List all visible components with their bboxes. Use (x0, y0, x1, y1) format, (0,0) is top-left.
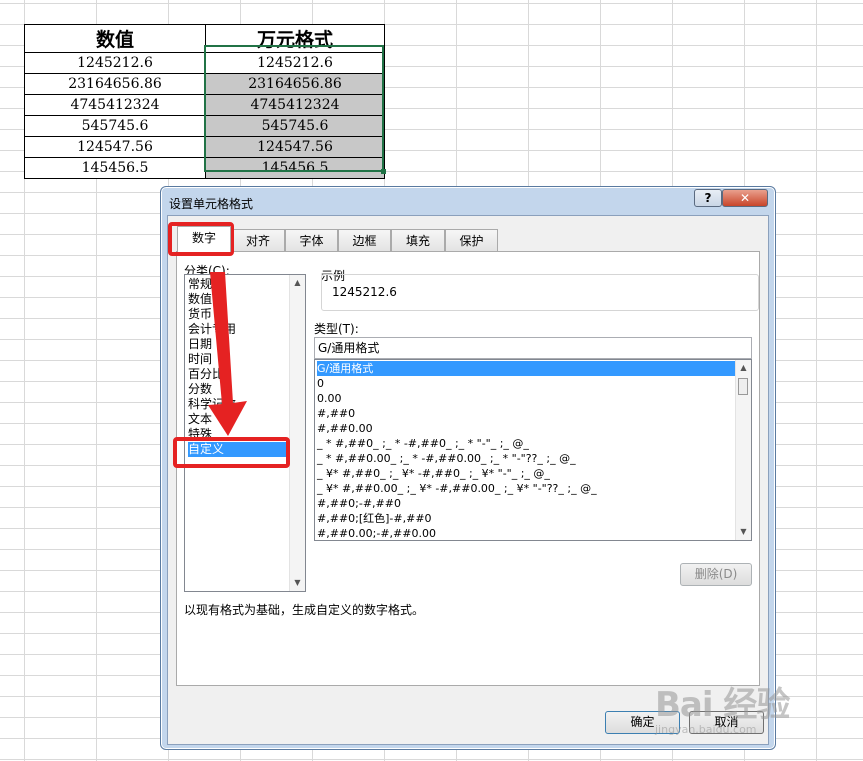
list-item-selected[interactable]: 自定义 (188, 442, 288, 457)
list-item[interactable]: 会计专用 (188, 322, 288, 337)
list-item[interactable]: #,##0 (317, 406, 735, 421)
tab-protection[interactable]: 保护 (445, 229, 498, 252)
table-row: 1245212.6 1245212.6 (24, 52, 385, 74)
tab-alignment[interactable]: 对齐 (231, 229, 285, 252)
type-input[interactable]: G/通用格式 (314, 337, 752, 359)
type-scrollbar[interactable]: ▲ ▼ (735, 360, 751, 540)
list-item[interactable]: 百分比 (188, 367, 288, 382)
table-row: 124547.56 124547.56 (24, 136, 385, 158)
list-item[interactable]: 分数 (188, 382, 288, 397)
tab-number[interactable]: 数字 (177, 226, 231, 252)
table-row: 545745.6 545745.6 (24, 115, 385, 137)
list-item[interactable]: 货币 (188, 307, 288, 322)
dialog-client-area: 数字 对齐 字体 边框 填充 保护 分类(C): 常规 数值 货币 会计专用 日… (167, 215, 769, 745)
list-item[interactable]: _ * #,##0_ ;_ * -#,##0_ ;_ * "-"_ ;_ @_ (317, 436, 735, 451)
watermark: Bai 经验 jingyan.baidu.com (655, 667, 855, 737)
list-item[interactable]: 时间 (188, 352, 288, 367)
number-tab-panel: 分类(C): 常规 数值 货币 会计专用 日期 时间 百分比 分数 科学记数 文… (176, 251, 760, 686)
cell-wan-format[interactable]: 545745.6 (205, 115, 385, 137)
cell-value[interactable]: 145456.5 (24, 157, 206, 179)
list-item[interactable]: 科学记数 (188, 397, 288, 412)
type-list[interactable]: G/通用格式 0 0.00 #,##0 #,##0.00 _ * #,##0_ … (314, 359, 752, 541)
cell-wan-format[interactable]: 1245212.6 (205, 52, 385, 74)
table-header-row: 数值 万元格式 (24, 24, 385, 53)
list-item[interactable]: _ ¥* #,##0.00_ ;_ ¥* -#,##0.00_ ;_ ¥* "-… (317, 481, 735, 496)
scroll-down-icon[interactable]: ▼ (290, 575, 305, 591)
list-item[interactable]: #,##0.00 (317, 421, 735, 436)
list-item[interactable]: _ * #,##0.00_ ;_ * -#,##0.00_ ;_ * "-"??… (317, 451, 735, 466)
scroll-down-icon[interactable]: ▼ (736, 524, 751, 540)
cell-wan-format[interactable]: 145456.5 (205, 157, 385, 179)
list-item[interactable]: #,##0.00;-#,##0.00 (317, 526, 735, 540)
delete-button[interactable]: 删除(D) (680, 563, 752, 586)
watermark-url: jingyan.baidu.com (655, 723, 757, 736)
cell-wan-format[interactable]: 124547.56 (205, 136, 385, 158)
close-button[interactable]: ✕ (722, 189, 768, 207)
tab-fill[interactable]: 填充 (391, 229, 445, 252)
type-label: 类型(T): (314, 322, 359, 336)
cell-wan-format[interactable]: 23164656.86 (205, 73, 385, 95)
cell-value[interactable]: 23164656.86 (24, 73, 206, 95)
description-text: 以现有格式为基础，生成自定义的数字格式。 (184, 603, 425, 617)
category-list[interactable]: 常规 数值 货币 会计专用 日期 时间 百分比 分数 科学记数 文本 特殊 自定… (184, 274, 306, 592)
column-header-wan-format[interactable]: 万元格式 (205, 24, 385, 53)
list-item[interactable]: 常规 (188, 277, 288, 292)
column-header-value[interactable]: 数值 (24, 24, 206, 53)
list-item[interactable]: 文本 (188, 412, 288, 427)
scroll-up-icon[interactable]: ▲ (290, 275, 305, 291)
cell-value[interactable]: 4745412324 (24, 94, 206, 116)
sample-box: 1245212.6 (321, 274, 759, 311)
list-item[interactable]: 0 (317, 376, 735, 391)
table-row: 23164656.86 23164656.86 (24, 73, 385, 95)
sample-value: 1245212.6 (332, 285, 397, 299)
list-item[interactable]: #,##0;-#,##0 (317, 496, 735, 511)
list-item[interactable]: 数值 (188, 292, 288, 307)
data-table: 数值 万元格式 1245212.6 1245212.6 23164656.86 … (24, 24, 385, 179)
watermark-logo: Bai 经验 (655, 685, 790, 725)
list-item[interactable]: _ ¥* #,##0_ ;_ ¥* -#,##0_ ;_ ¥* "-"_ ;_ … (317, 466, 735, 481)
cell-wan-format[interactable]: 4745412324 (205, 94, 385, 116)
fill-handle[interactable] (381, 169, 386, 174)
table-row: 4745412324 4745412324 (24, 94, 385, 116)
list-item[interactable]: 特殊 (188, 427, 288, 442)
table-row: 145456.5 145456.5 (24, 157, 385, 179)
tab-border[interactable]: 边框 (338, 229, 391, 252)
help-button[interactable]: ? (694, 189, 722, 207)
list-item[interactable]: 日期 (188, 337, 288, 352)
format-cells-dialog: 设置单元格格式 ? ✕ 数字 对齐 字体 边框 填充 保护 分类(C): 常规 … (160, 186, 776, 750)
cell-value[interactable]: 124547.56 (24, 136, 206, 158)
cell-value[interactable]: 1245212.6 (24, 52, 206, 74)
category-scrollbar[interactable]: ▲ ▼ (289, 275, 305, 591)
dialog-title: 设置单元格格式 (169, 197, 254, 211)
cell-value[interactable]: 545745.6 (24, 115, 206, 137)
list-item-selected[interactable]: G/通用格式 (317, 361, 735, 376)
list-item[interactable]: 0.00 (317, 391, 735, 406)
tab-font[interactable]: 字体 (285, 229, 338, 252)
list-item[interactable]: #,##0;[红色]-#,##0 (317, 511, 735, 526)
scrollbar-thumb[interactable] (738, 378, 748, 395)
scroll-up-icon[interactable]: ▲ (736, 360, 751, 376)
